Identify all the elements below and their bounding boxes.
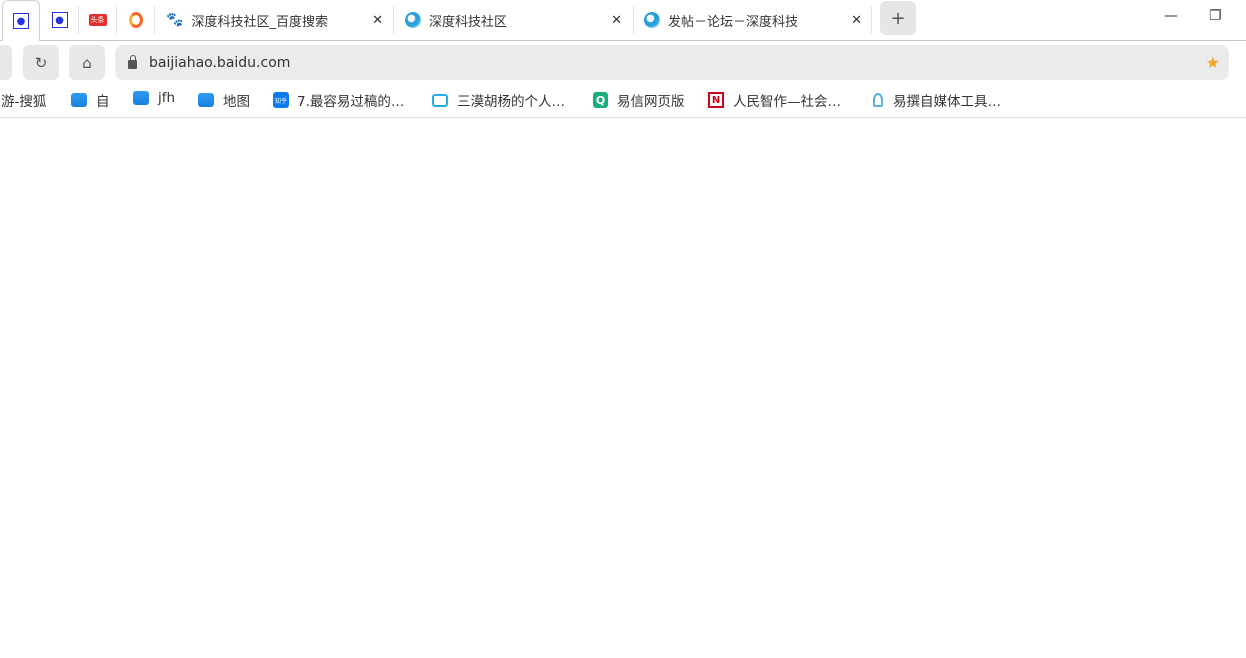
bookmark-folder-map[interactable]: 地图: [198, 90, 250, 110]
toutiao-icon: 头条: [88, 14, 107, 26]
pinned-tab-baidu[interactable]: ●: [2, 0, 40, 41]
restore-button[interactable]: ❐: [1209, 8, 1222, 24]
bookmark-star-icon[interactable]: ★: [1206, 53, 1220, 72]
baidu-paw-icon: 🐾: [166, 12, 184, 28]
close-tab-icon[interactable]: ✕: [851, 13, 862, 28]
tab-deepin-community[interactable]: 深度科技社区 ✕: [394, 0, 632, 40]
url-text[interactable]: baijiahao.baidu.com: [149, 55, 290, 71]
toolbar: ↻ ⌂ baijiahao.baidu.com ★: [0, 41, 1246, 84]
sohu-icon: [128, 12, 143, 28]
folder-icon: [198, 93, 214, 107]
bookmark-label: 地图: [223, 94, 250, 110]
pinned-tab-baidu-2[interactable]: ●: [41, 6, 79, 34]
close-tab-icon[interactable]: ✕: [611, 13, 622, 28]
tab-title: 深度科技社区: [429, 14, 508, 30]
bookmark-zhihu[interactable]: 知乎 7.最容易过稿的…: [273, 90, 404, 110]
close-tab-icon[interactable]: ✕: [372, 13, 383, 28]
tab-title: 深度科技社区_百度搜索: [191, 14, 328, 30]
baidu-paw-icon: ●: [51, 12, 68, 28]
deepin-icon: [405, 12, 421, 28]
bookmark-label: jfh: [158, 90, 176, 106]
bookmark-folder-zi[interactable]: 自: [71, 90, 110, 110]
pinned-tab-sohu[interactable]: [117, 6, 155, 34]
tab-baidu-search[interactable]: 🐾 深度科技社区_百度搜索 ✕: [155, 0, 393, 40]
tab-deepin-post[interactable]: 发帖－论坛－深度科技 ✕: [634, 0, 872, 40]
bookmark-label: 易信网页版: [617, 94, 685, 110]
bookmarks-bar: 游-搜狐 自 jfh 地图 知乎 7.最容易过稿的… 三漠胡杨的个人… Q 易信网页…: [0, 84, 1246, 118]
bookmark-yizhuan[interactable]: 易撰自媒体工具…: [870, 90, 1001, 110]
baidu-paw-icon: ●: [13, 13, 29, 29]
address-bar[interactable]: baijiahao.baidu.com ★: [115, 45, 1229, 80]
yizhuan-icon: [873, 93, 883, 107]
bookmark-sohu-game[interactable]: 游-搜狐: [1, 90, 46, 110]
bookmark-folder-jfh[interactable]: jfh: [133, 90, 175, 106]
bookmark-label: 游-搜狐: [1, 94, 47, 110]
bookmark-label: 自: [96, 94, 110, 110]
minimize-button[interactable]: —: [1164, 8, 1178, 24]
zhihu-icon: 知乎: [273, 92, 289, 108]
renmin-icon: N: [708, 92, 724, 108]
yixin-icon: Q: [593, 92, 608, 108]
bilibili-icon: [432, 93, 448, 107]
bookmark-label: 三漠胡杨的个人…: [457, 94, 565, 110]
tab-bar: ● ● 头条 🐾 深度科技社区_百度搜索 ✕ 深度科技社区 ✕ 发帖－论坛－深度…: [0, 0, 1246, 41]
new-tab-button[interactable]: +: [880, 1, 916, 35]
bookmark-bilibili[interactable]: 三漠胡杨的个人…: [432, 90, 565, 110]
folder-icon: [71, 93, 87, 107]
pinned-tab-toutiao[interactable]: 头条: [79, 6, 117, 34]
page-content: [0, 118, 1246, 658]
forward-button[interactable]: [0, 45, 12, 80]
deepin-icon: [644, 12, 660, 28]
bookmark-label: 易撰自媒体工具…: [893, 94, 1001, 110]
bookmark-label: 人民智作—社会…: [733, 94, 841, 110]
home-button[interactable]: ⌂: [69, 45, 105, 80]
bookmark-yixin[interactable]: Q 易信网页版: [593, 90, 685, 110]
tab-title: 发帖－论坛－深度科技: [668, 14, 799, 30]
bookmark-renmin[interactable]: N 人民智作—社会…: [708, 90, 841, 110]
folder-icon: [133, 91, 149, 105]
reload-button[interactable]: ↻: [23, 45, 59, 80]
lock-icon: [128, 55, 137, 69]
bookmark-label: 7.最容易过稿的…: [297, 94, 405, 110]
